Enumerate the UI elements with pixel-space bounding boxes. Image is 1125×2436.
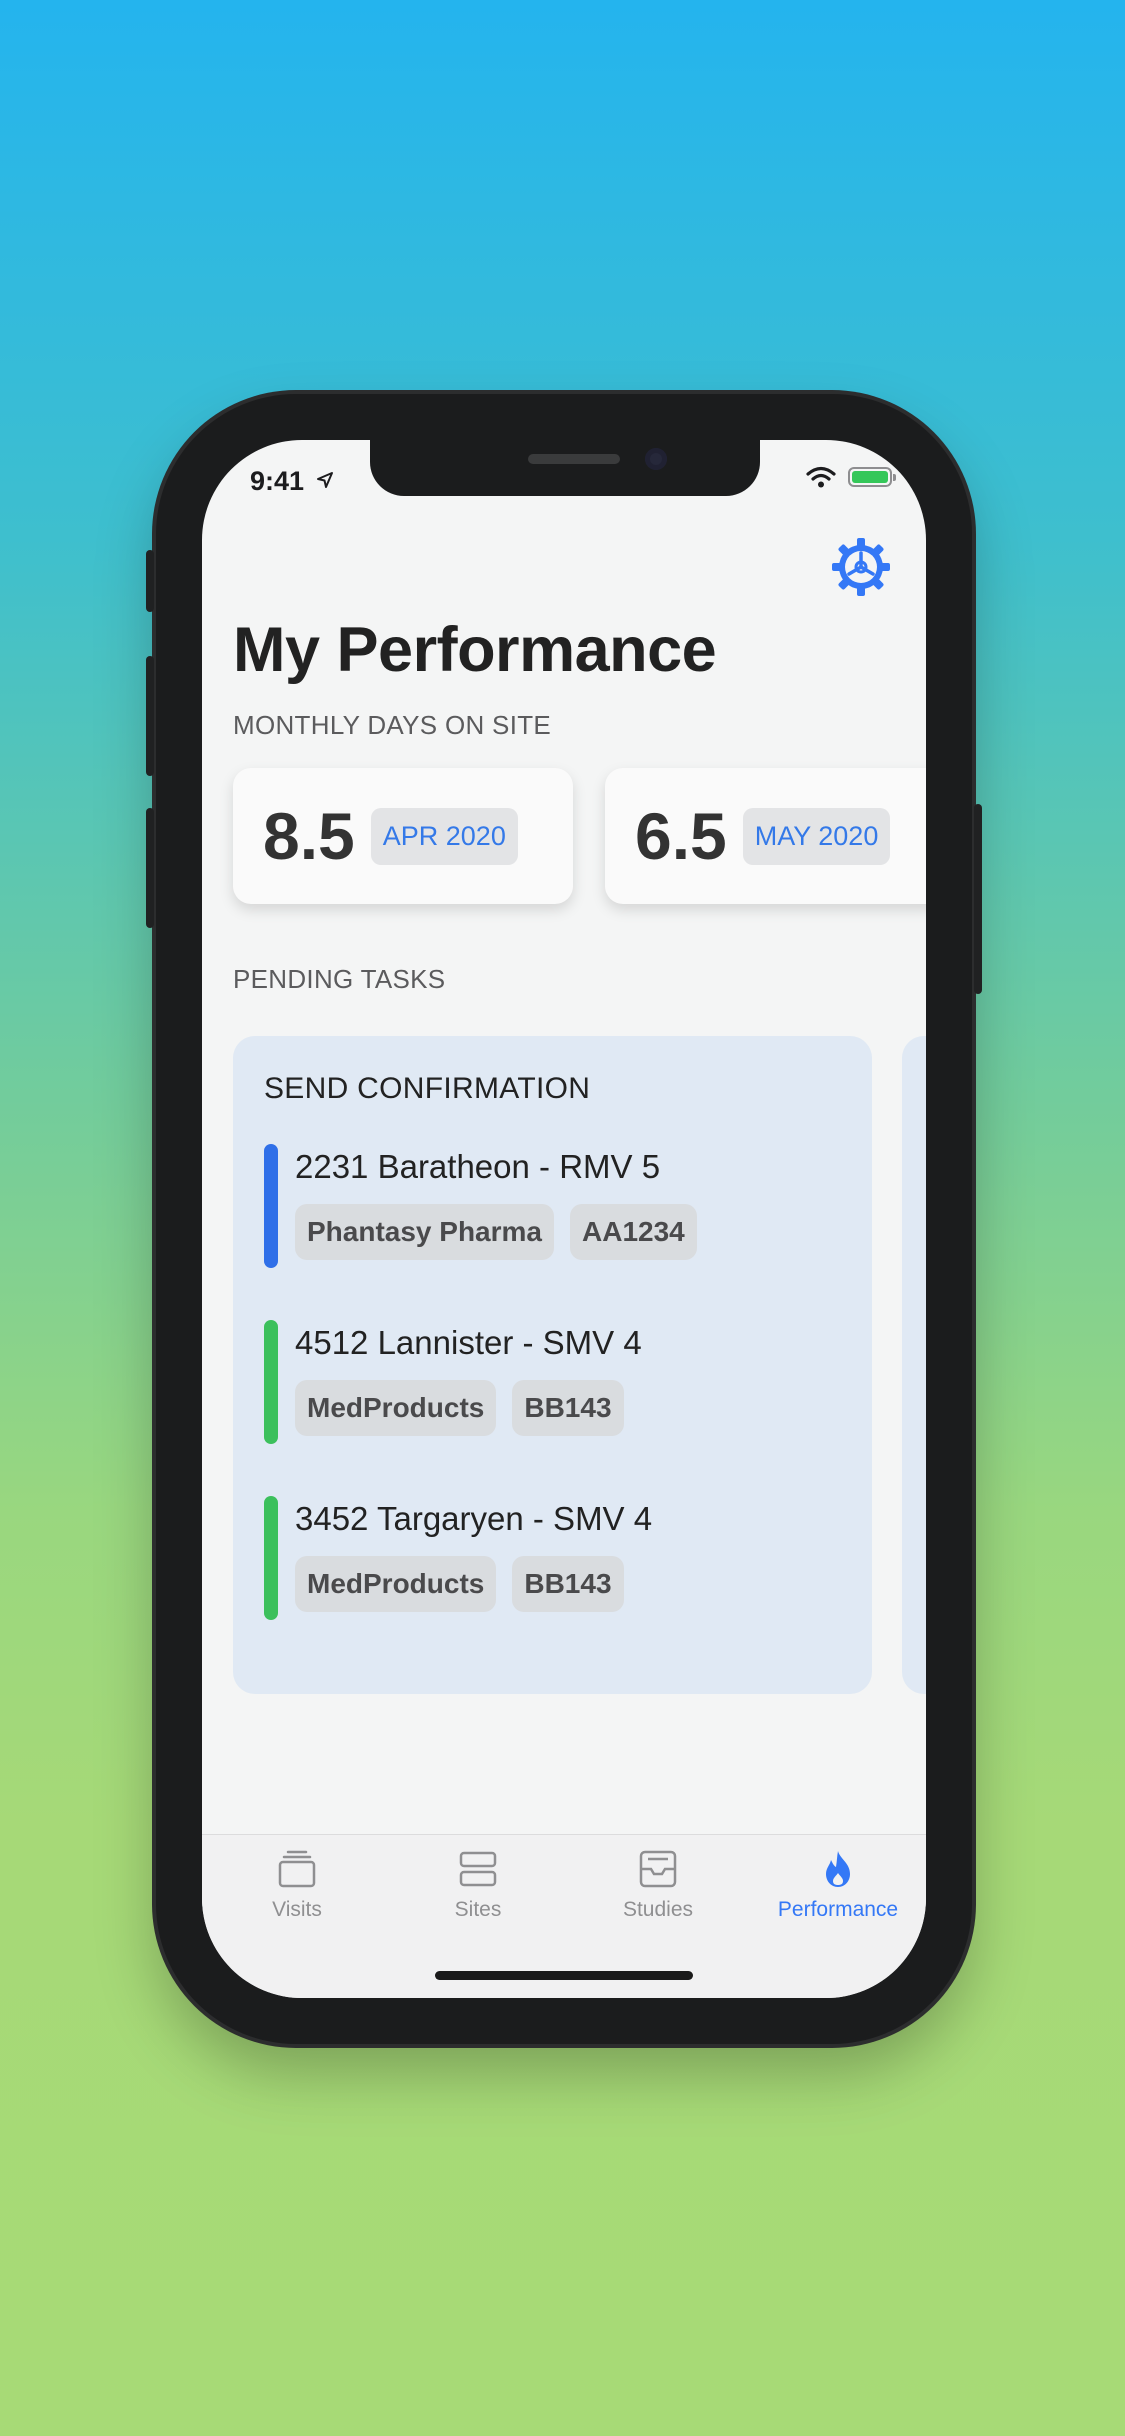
task-item[interactable]: 2231 Baratheon - RMV 5 Phantasy Pharma A… [264, 1144, 844, 1268]
location-arrow-icon [316, 472, 333, 488]
monthly-stat-card[interactable]: 8.5 APR 2020 [233, 768, 573, 904]
study-code-tag: BB143 [512, 1556, 624, 1612]
stat-value: 6.5 [635, 799, 727, 873]
volume-up-button [146, 656, 154, 776]
task-title: 4512 Lannister - SMV 4 [295, 1324, 642, 1361]
tab-studies[interactable]: Studies [578, 1849, 738, 1922]
task-tags: Phantasy Pharma AA1234 [295, 1204, 697, 1260]
mute-switch [146, 550, 154, 612]
sponsor-tag: MedProducts [295, 1380, 497, 1436]
send-confirmation-panel: SEND CONFIRMATION 2231 Baratheon - RMV 5… [233, 1036, 872, 1694]
tab-label: Studies [622, 1898, 694, 1921]
tab-label: Sites [454, 1898, 502, 1921]
page-title: My Performance [233, 615, 717, 685]
wifi-icon [806, 466, 836, 488]
task-item[interactable]: 3452 Targaryen - SMV 4 MedProducts BB143 [264, 1496, 844, 1620]
tab-performance[interactable]: Performance [758, 1849, 918, 1922]
gear-icon [832, 538, 890, 596]
app-screen: 9:41 My Performance MONTHLY DAYS ON SITE… [202, 440, 926, 1998]
next-task-panel[interactable] [902, 1036, 926, 1694]
inbox-icon [639, 1850, 677, 1888]
study-code-tag: BB143 [512, 1380, 624, 1436]
speaker-grille [528, 454, 620, 464]
tab-sites[interactable]: Sites [398, 1849, 558, 1922]
monthly-stat-card[interactable]: 6.5 MAY 2020 [605, 768, 926, 904]
settings-button[interactable] [830, 536, 892, 598]
task-status-bar [264, 1144, 278, 1268]
task-title: 3452 Targaryen - SMV 4 [295, 1500, 653, 1537]
stat-value: 8.5 [263, 799, 355, 873]
sponsor-tag: MedProducts [295, 1556, 497, 1612]
home-indicator[interactable] [435, 1971, 693, 1980]
task-title: 2231 Baratheon - RMV 5 [295, 1148, 661, 1185]
task-tags: MedProducts BB143 [295, 1380, 624, 1436]
status-time: 9:41 [250, 466, 334, 497]
stat-period-badge: MAY 2020 [742, 807, 891, 865]
status-time-text: 9:41 [250, 466, 305, 496]
task-tags: MedProducts BB143 [295, 1556, 624, 1612]
sponsor-tag: Phantasy Pharma [295, 1204, 554, 1260]
front-camera [645, 448, 667, 470]
monthly-days-label: MONTHLY DAYS ON SITE [233, 710, 552, 740]
stat-period-badge: APR 2020 [370, 807, 518, 865]
tab-bar: Visits Sites Studies Performance [202, 1834, 926, 1998]
flame-icon [826, 1851, 850, 1887]
tab-visits[interactable]: Visits [217, 1849, 377, 1922]
study-code-tag: AA1234 [570, 1204, 697, 1260]
task-status-bar [264, 1496, 278, 1620]
tab-label: Visits [272, 1898, 322, 1921]
volume-down-button [146, 808, 154, 928]
panel-title: SEND CONFIRMATION [264, 1072, 591, 1105]
stack-icon [278, 1850, 316, 1888]
phone-frame: 9:41 My Performance MONTHLY DAYS ON SITE… [146, 394, 982, 2044]
server-icon [459, 1851, 497, 1887]
battery-icon [848, 467, 896, 487]
pending-tasks-label: PENDING TASKS [233, 964, 446, 994]
power-button [974, 804, 982, 994]
status-icons [806, 466, 896, 488]
task-item[interactable]: 4512 Lannister - SMV 4 MedProducts BB143 [264, 1320, 844, 1444]
task-status-bar [264, 1320, 278, 1444]
tab-label: Performance [777, 1898, 899, 1921]
notch [370, 440, 760, 496]
